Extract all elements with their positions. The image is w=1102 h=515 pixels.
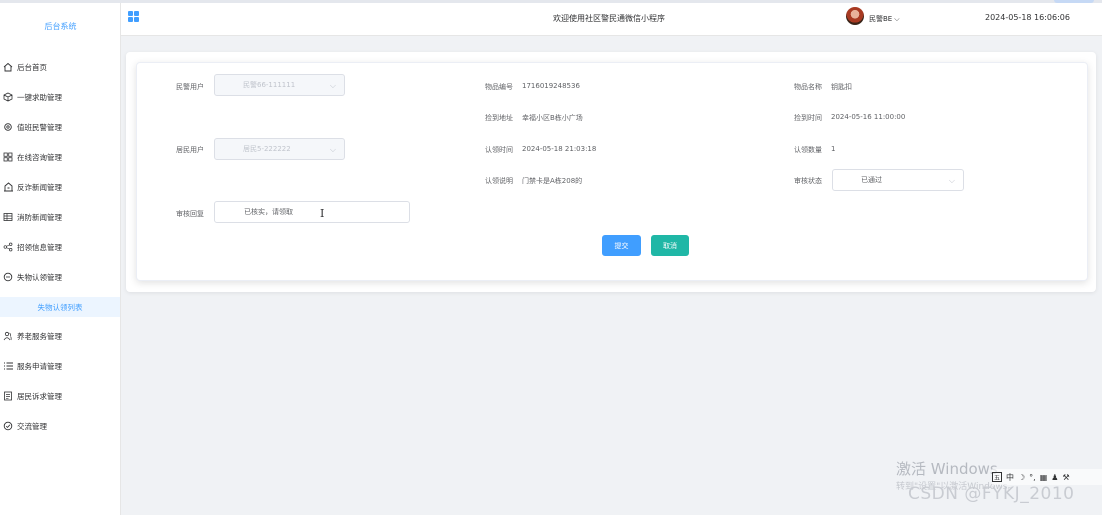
user-icon[interactable]: ♟	[1051, 473, 1058, 482]
avatar[interactable]	[846, 7, 864, 25]
resident-user-select: 居民5-222222 ⌵	[214, 138, 345, 160]
sidebar-item-label: 一键求助管理	[17, 92, 62, 102]
claim-time-value: 2024-05-18 21:03:18	[522, 145, 597, 153]
ime-toolbar: 五 中 ☽ °, ▦ ♟ ⚒	[992, 469, 1102, 485]
sidebar-item-lost-claim[interactable]: 失物认领管理	[2, 267, 121, 287]
sidebar-item-label: 后台首页	[17, 62, 47, 72]
sidebar-item-fire-news[interactable]: 消防新闻管理	[2, 207, 121, 227]
brand-title: 后台系统	[44, 22, 77, 31]
keyboard-icon[interactable]: ▦	[1040, 473, 1048, 482]
review-status-value: 已通过	[861, 176, 882, 184]
windows-activation-watermark: 激活 Windows	[896, 460, 998, 478]
submit-button[interactable]: 提交	[602, 235, 641, 256]
text-cursor-icon: I	[320, 207, 325, 220]
police-user-select: 民警66-111111 ⌵	[214, 74, 345, 96]
sidebar-item-home[interactable]: 后台首页	[2, 57, 121, 77]
claim-desc-value: 门禁卡是A栋208的	[522, 177, 583, 185]
home-alert-icon	[2, 181, 14, 193]
review-status-label: 审核状态	[794, 177, 822, 185]
chevron-down-icon: ⌵	[894, 14, 900, 23]
sidebar-item-antifraud-news[interactable]: 反诈新闻管理	[2, 177, 121, 197]
sidebar-item-communication[interactable]: 交流管理	[2, 416, 121, 436]
home-icon	[2, 61, 14, 73]
police-user-value: 民警66-111111	[243, 81, 296, 89]
chat-icon	[2, 271, 14, 283]
pickup-time-value: 2024-05-16 11:00:00	[831, 113, 906, 121]
sidebar-item-label: 招领信息管理	[17, 242, 62, 252]
item-name-value: 钥匙扣	[831, 83, 852, 91]
table-icon	[2, 211, 14, 223]
item-no-value: 1716019248536	[522, 82, 580, 90]
sidebar-item-label: 居民诉求管理	[17, 391, 62, 401]
grid-icon	[2, 151, 14, 163]
list-icon	[2, 360, 14, 372]
ime-language-label[interactable]: 中	[1006, 472, 1014, 483]
sidebar-item-found-info[interactable]: 招领信息管理	[2, 237, 121, 257]
check-circle-icon	[2, 420, 14, 432]
claim-count-value: 1	[831, 145, 836, 153]
sidebar-item-label: 反诈新闻管理	[17, 182, 62, 192]
sidebar-item-label: 失物认领列表	[37, 302, 83, 312]
sidebar-subitem-lost-claim-list[interactable]: 失物认领列表	[0, 297, 120, 317]
user-name: 民警BE	[869, 15, 893, 23]
police-user-label: 民警用户	[176, 83, 204, 91]
cancel-button[interactable]: 取消	[651, 235, 689, 256]
top-header: 欢迎使用社区警民通微信小程序 民警BE ⌵ 2024-05-18 16:06:0…	[121, 3, 1102, 36]
pickup-time-label: 捡到时间	[794, 114, 822, 122]
sidebar-item-label: 值班民警管理	[17, 122, 62, 132]
sidebar-item-label: 服务申请管理	[17, 361, 62, 371]
review-status-select[interactable]: 已通过 ⌵	[832, 169, 964, 191]
sidebar-item-label: 养老服务管理	[17, 331, 62, 341]
resident-user-label: 居民用户	[176, 146, 204, 154]
item-name-label: 物品名称	[794, 83, 822, 91]
document-icon	[2, 390, 14, 402]
sidebar-item-elderly-service[interactable]: 养老服务管理	[2, 326, 121, 346]
box-icon	[2, 91, 14, 103]
moon-icon[interactable]: ☽	[1018, 473, 1025, 482]
sidebar-item-consult[interactable]: 在线咨询管理	[2, 147, 121, 167]
user-dropdown[interactable]: 民警BE ⌵	[869, 14, 900, 24]
sidebar: 后台系统	[0, 3, 121, 515]
people-icon	[2, 330, 14, 342]
pickup-addr-label: 捡到地址	[485, 114, 513, 122]
ime-mode-box[interactable]: 五	[992, 472, 1002, 482]
review-reply-input[interactable]: 已核实，请领取	[214, 201, 410, 223]
claim-desc-label: 认领说明	[485, 177, 513, 185]
share-icon	[2, 241, 14, 253]
resident-user-value: 居民5-222222	[243, 145, 291, 153]
punctuation-icon[interactable]: °,	[1029, 473, 1036, 482]
header-datetime: 2024-05-18 16:06:06	[985, 13, 1070, 22]
sidebar-item-help[interactable]: 一键求助管理	[2, 87, 121, 107]
chevron-down-icon: ⌵	[329, 81, 336, 90]
csdn-watermark: CSDN @FYKJ_2010	[908, 484, 1075, 504]
sidebar-item-label: 交流管理	[17, 421, 47, 431]
review-reply-value: 已核实，请领取	[244, 208, 293, 216]
chevron-down-icon: ⌵	[329, 145, 336, 154]
wrench-icon[interactable]: ⚒	[1062, 473, 1069, 482]
sidebar-item-label: 在线咨询管理	[17, 152, 62, 162]
sidebar-item-label: 失物认领管理	[17, 272, 62, 282]
pickup-addr-value: 幸福小区B栋小广场	[522, 114, 583, 122]
sidebar-item-duty-police[interactable]: 值班民警管理	[2, 117, 121, 137]
menu-toggle-icon[interactable]	[128, 11, 139, 22]
review-reply-label: 审核回复	[176, 210, 204, 218]
claim-count-label: 认领数量	[794, 146, 822, 154]
sidebar-item-label: 消防新闻管理	[17, 212, 62, 222]
chevron-down-icon: ⌵	[948, 176, 955, 185]
claim-time-label: 认领时间	[485, 146, 513, 154]
sidebar-item-resident-appeal[interactable]: 居民诉求管理	[2, 386, 121, 406]
gear-icon	[2, 121, 14, 133]
sidebar-item-service-apply[interactable]: 服务申请管理	[2, 356, 121, 376]
item-no-label: 物品编号	[485, 83, 513, 91]
header-title: 欢迎使用社区警民通微信小程序	[553, 14, 665, 23]
